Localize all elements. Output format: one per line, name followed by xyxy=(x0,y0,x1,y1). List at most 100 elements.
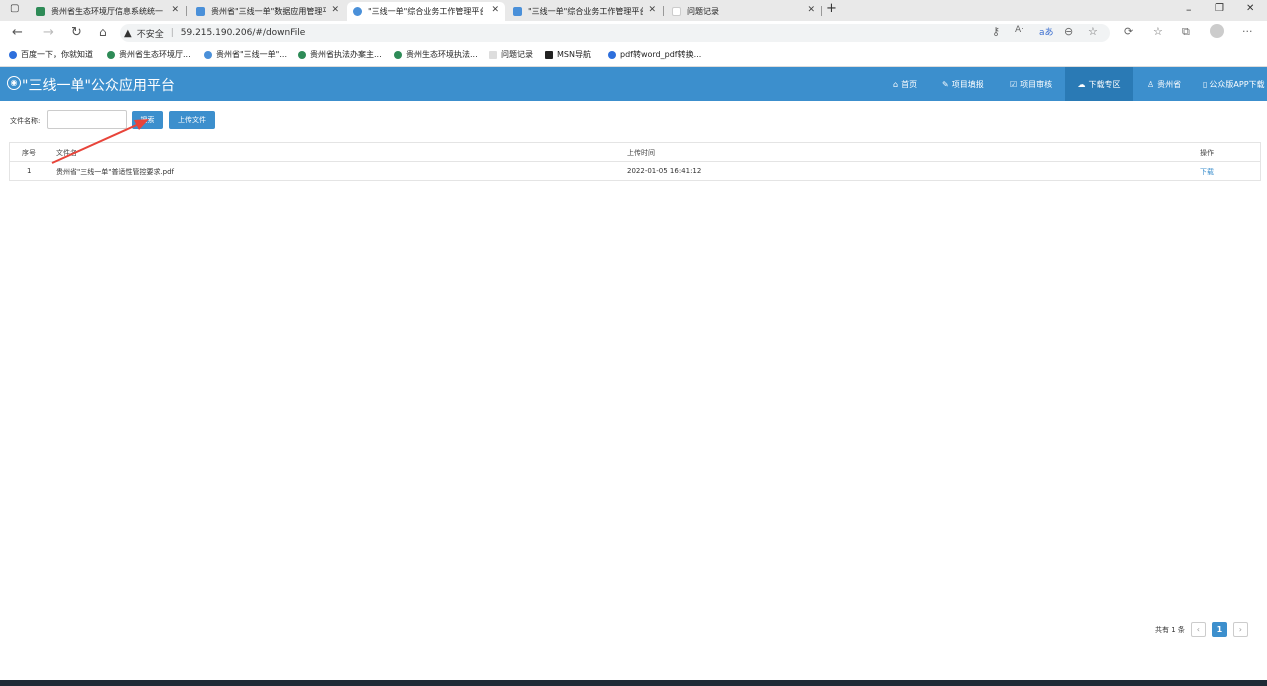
annotation-arrow-icon xyxy=(51,119,149,164)
nav-user-guizhou[interactable]: ♙ 贵州省 xyxy=(1147,67,1181,101)
close-icon[interactable]: ✕ xyxy=(171,5,179,15)
bookmark-favicon-icon xyxy=(298,50,306,59)
row-upload-time: 2022-01-05 16:41:12 xyxy=(627,167,702,175)
tab-title: 贵州省"三线一单"数据应用管理平 xyxy=(211,7,326,16)
browser-tab-3-active[interactable]: "三线一单"综合业务工作管理平台 ✕ xyxy=(347,2,505,21)
url-divider: | xyxy=(170,28,174,38)
more-menu-icon[interactable]: ··· xyxy=(1242,25,1253,38)
column-header-action: 操作 xyxy=(1200,149,1214,157)
read-aloud-icon[interactable]: Aᐧ xyxy=(1015,25,1023,35)
bookmark-label: 贵州省执法办案主... xyxy=(310,50,382,59)
bookmark-item[interactable]: 问题记录 xyxy=(489,49,533,60)
search-bar: 文件名称: 搜索 上传文件 xyxy=(0,110,1267,130)
profile-avatar-icon[interactable] xyxy=(1210,24,1224,38)
file-name-input[interactable] xyxy=(47,110,127,129)
bookmarks-bar: 百度一下，你就知道 贵州省生态环境厅... 贵州省"三线一单"... 贵州省执法… xyxy=(0,45,1267,67)
bookmark-label: 问题记录 xyxy=(501,50,533,59)
bookmark-favicon-icon xyxy=(107,50,115,59)
close-icon[interactable]: ✕ xyxy=(648,5,656,15)
tab-actions-icon[interactable]: ▢ xyxy=(10,3,19,14)
close-icon[interactable]: ✕ xyxy=(807,5,815,15)
bookmark-item[interactable]: MSN导航 xyxy=(545,49,591,60)
tab-separator xyxy=(821,6,822,16)
search-button[interactable]: 搜索 xyxy=(132,111,163,129)
cloud-download-icon: ☁ xyxy=(1077,79,1086,89)
translate-icon[interactable]: aあ xyxy=(1039,25,1054,38)
pagination: 共有 1 条 ‹ 1 › xyxy=(1155,621,1248,638)
bookmark-label: 贵州省生态环境厅... xyxy=(119,50,191,59)
bookmark-favicon-icon xyxy=(9,50,17,59)
tab-title: "三线一单"综合业务工作管理平台 xyxy=(368,7,483,16)
download-link[interactable]: 下载 xyxy=(1200,167,1214,177)
nav-project-fill[interactable]: ✎ 项目填报 xyxy=(942,67,984,101)
tab-title: 贵州省生态环境厅信息系统统一 xyxy=(51,7,163,16)
column-header-index: 序号 xyxy=(22,149,36,157)
forward-arrow-icon[interactable]: → xyxy=(43,25,54,40)
phone-icon: ▯ xyxy=(1203,79,1208,89)
home-icon: ⌂ xyxy=(893,79,899,89)
tab-favicon-icon xyxy=(513,7,522,16)
bookmark-item[interactable]: pdf转word_pdf转换... xyxy=(608,49,701,60)
nav-home[interactable]: ⌂ 首页 xyxy=(893,67,917,101)
close-icon[interactable]: ✕ xyxy=(491,5,499,15)
back-arrow-icon[interactable]: ← xyxy=(12,25,23,40)
nav-label: 项目填报 xyxy=(951,79,984,89)
app-header: ◉ "三线一单"公众应用平台 ⌂ 首页 ✎ 项目填报 ☑ 项目审核 ☁ 下载专区… xyxy=(0,67,1267,101)
favorite-star-icon[interactable]: ☆ xyxy=(1088,25,1098,38)
minimize-icon[interactable]: – xyxy=(1186,3,1192,16)
collections-icon[interactable]: ⧉ xyxy=(1182,25,1190,39)
column-header-filename: 文件名 xyxy=(56,149,77,157)
favorites-icon[interactable]: ☆ xyxy=(1153,25,1163,38)
zoom-icon[interactable]: ⊖ xyxy=(1064,25,1073,38)
bookmark-label: MSN导航 xyxy=(557,50,591,59)
bookmark-label: pdf转word_pdf转换... xyxy=(620,50,702,59)
tab-favicon-icon xyxy=(36,7,45,16)
tab-favicon-icon xyxy=(672,7,681,16)
bookmark-favicon-icon xyxy=(489,50,497,59)
total-count: 共有 1 条 xyxy=(1155,625,1185,634)
nav-label: 贵州省 xyxy=(1157,79,1182,89)
bookmark-item[interactable]: 贵州省执法办案主... xyxy=(298,49,382,60)
url-field[interactable]: ▲ 不安全 | 59.215.190.206/#/downFile xyxy=(120,24,1110,42)
upload-file-button[interactable]: 上传文件 xyxy=(169,111,215,129)
window-close-icon[interactable]: ✕ xyxy=(1246,3,1254,14)
column-header-upload-time: 上传时间 xyxy=(627,149,655,157)
browser-tab-2[interactable]: 贵州省"三线一单"数据应用管理平 ✕ xyxy=(190,2,345,21)
home-icon[interactable]: ⌂ xyxy=(99,25,107,39)
bookmark-item[interactable]: 贵州省"三线一单"... xyxy=(204,49,287,60)
bookmark-item[interactable]: 贵州省生态环境厅... xyxy=(107,49,191,60)
tab-separator xyxy=(663,6,664,16)
bookmark-item[interactable]: 百度一下，你就知道 xyxy=(9,49,93,60)
nav-download-area[interactable]: ☁ 下载专区 xyxy=(1065,67,1133,101)
new-tab-plus-icon[interactable]: + xyxy=(826,1,837,16)
tab-favicon-icon xyxy=(353,7,362,16)
browser-tab-4[interactable]: "三线一单"综合业务工作管理平台 ✕ xyxy=(507,2,662,21)
refresh-icon[interactable]: ↻ xyxy=(71,25,82,40)
nav-project-review[interactable]: ☑ 项目审核 xyxy=(1010,67,1052,101)
check-icon: ☑ xyxy=(1010,79,1018,89)
page-1-button[interactable]: 1 xyxy=(1211,622,1227,637)
nav-label: 项目审核 xyxy=(1020,79,1053,89)
nav-app-download[interactable]: ▯ 公众版APP下载 xyxy=(1203,67,1265,101)
browser-tab-1[interactable]: 贵州省生态环境厅信息系统统一 ✕ xyxy=(30,2,185,21)
bookmark-favicon-icon xyxy=(204,50,212,59)
url-text: 59.215.190.206/#/downFile xyxy=(180,28,306,38)
extensions-icon[interactable]: ⟳ xyxy=(1124,25,1133,38)
prev-page-button[interactable]: ‹ xyxy=(1190,622,1206,637)
restore-icon[interactable]: ❐ xyxy=(1215,3,1224,14)
bookmark-favicon-icon xyxy=(608,50,616,59)
bookmark-favicon-icon xyxy=(545,50,553,59)
table-row: 1 贵州省"三线一单"普适性管控要求.pdf 2022-01-05 16:41:… xyxy=(10,162,1260,180)
warning-icon: ▲ xyxy=(124,27,132,39)
platform-logo-icon: ◉ xyxy=(7,76,21,90)
taskbar xyxy=(0,680,1267,686)
security-label: 不安全 xyxy=(136,29,164,40)
browser-tab-5[interactable]: 问题记录 ✕ xyxy=(666,2,821,21)
table-header: 序号 文件名 上传时间 操作 xyxy=(10,143,1260,162)
next-page-button[interactable]: › xyxy=(1232,622,1248,637)
password-key-icon[interactable]: ⚷ xyxy=(992,25,1000,38)
bookmark-item[interactable]: 贵州生态环境执法... xyxy=(394,49,478,60)
close-icon[interactable]: ✕ xyxy=(331,5,339,15)
user-icon: ♙ xyxy=(1147,79,1155,89)
nav-label: 首页 xyxy=(901,79,918,89)
